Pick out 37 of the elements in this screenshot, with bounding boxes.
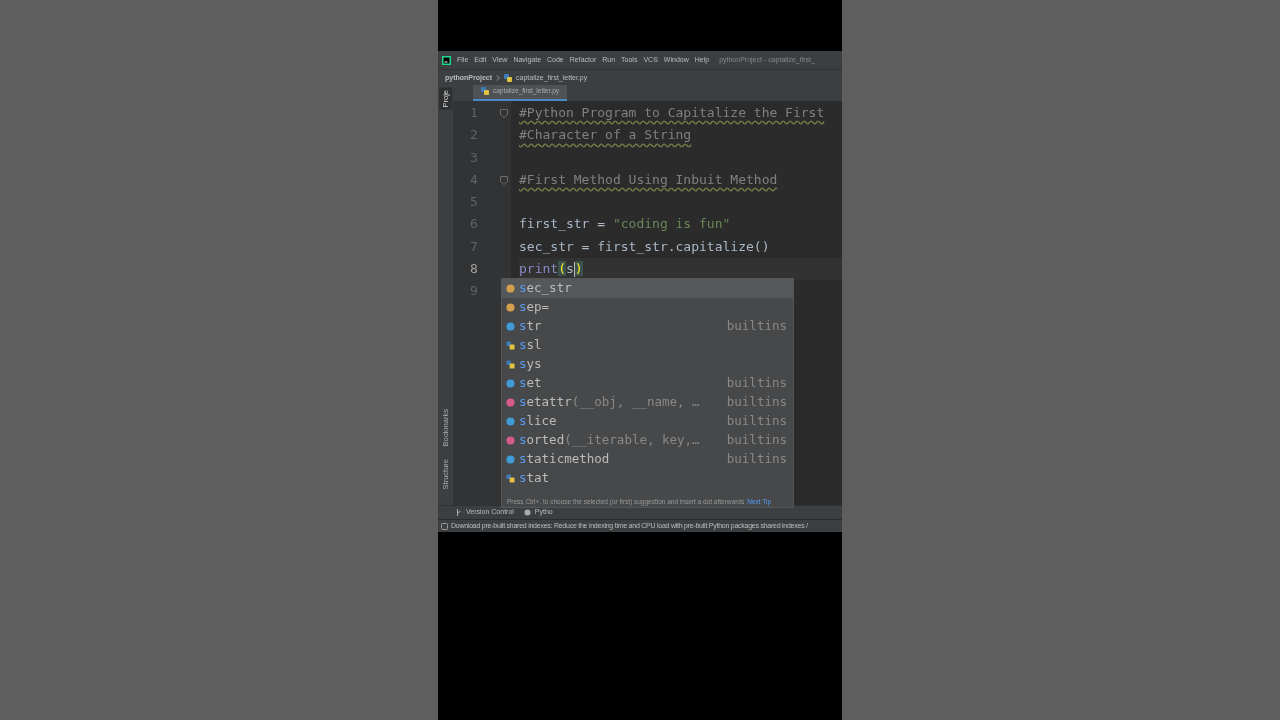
- code-line: #First Method Using Inbuit Method: [519, 171, 778, 187]
- python-file-icon: [481, 87, 489, 96]
- module-icon: [506, 360, 515, 369]
- completion-item[interactable]: sep=: [502, 298, 793, 317]
- completion-item[interactable]: setattr(__obj, __name, … builtins: [502, 393, 793, 412]
- class-icon: [506, 455, 515, 464]
- python-file-icon: [504, 74, 513, 82]
- code-line: sec_str = first_str.capitalize(): [519, 238, 770, 254]
- completion-item[interactable]: set builtins: [502, 374, 793, 393]
- code-line: print(s): [519, 261, 583, 277]
- parameter-icon: [506, 303, 515, 312]
- line-number: 8: [470, 260, 478, 279]
- function-icon: [506, 436, 515, 445]
- chevron-icon: [496, 75, 501, 81]
- completion-item[interactable]: stat: [502, 469, 793, 488]
- completion-item[interactable]: sorted(__iterable, key,… builtins: [502, 431, 793, 450]
- function-icon: [506, 398, 515, 407]
- code-line: first_str = "coding is fun": [519, 216, 731, 232]
- module-icon: [506, 341, 515, 350]
- completion-item[interactable]: str builtins: [502, 317, 793, 336]
- variable-icon: [506, 284, 515, 293]
- code-line: #Character of a String: [519, 127, 692, 143]
- fold-icon: [499, 108, 508, 118]
- app-logo-icon[interactable]: [442, 55, 451, 65]
- class-icon: [506, 417, 515, 426]
- code-line: #Python Program to Capitalize the First: [519, 105, 825, 120]
- class-icon: [506, 322, 515, 331]
- completion-item[interactable]: ssl: [502, 336, 793, 355]
- notification-icon: [441, 522, 448, 530]
- completion-item[interactable]: sys: [502, 355, 793, 374]
- completion-item[interactable]: sec_str: [502, 279, 793, 298]
- fold-icon: [499, 175, 508, 185]
- class-icon: [506, 379, 515, 388]
- completion-item[interactable]: slice builtins: [502, 412, 793, 431]
- module-icon: [506, 474, 515, 483]
- branch-icon: [456, 509, 462, 516]
- completion-item[interactable]: staticmethod builtins: [502, 450, 793, 469]
